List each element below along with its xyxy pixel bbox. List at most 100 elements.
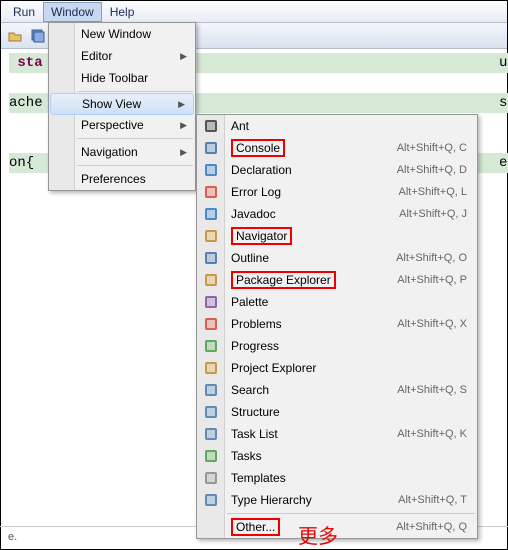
menu-item-type-hierarchy[interactable]: Type Hierarchy Alt+Shift+Q, T	[197, 489, 477, 511]
save-all-icon[interactable]	[28, 26, 48, 46]
menu-separator	[77, 165, 193, 166]
menubar: Run Window Help	[1, 1, 507, 23]
palette-icon	[203, 294, 219, 310]
menu-item-console[interactable]: Console Alt+Shift+Q, C	[197, 137, 477, 159]
menu-item-label: Show View	[82, 97, 141, 111]
menu-item-shortcut: Alt+Shift+Q, L	[399, 186, 467, 198]
menu-item-shortcut: Alt+Shift+Q, K	[397, 428, 467, 440]
menu-item-label: Problems	[231, 317, 282, 331]
menu-item-task-list[interactable]: Task List Alt+Shift+Q, K	[197, 423, 477, 445]
menu-item-shortcut: Alt+Shift+Q, S	[397, 384, 467, 396]
menu-item-hide-toolbar[interactable]: Hide Toolbar	[49, 67, 195, 89]
submenu-arrow-icon: ▶	[180, 120, 187, 131]
menu-window[interactable]: Window	[43, 2, 102, 22]
menu-item-problems[interactable]: Problems Alt+Shift+Q, X	[197, 313, 477, 335]
menu-item-label: Outline	[231, 251, 269, 265]
menu-item-label: Perspective	[81, 118, 144, 132]
structure-icon	[203, 404, 219, 420]
menu-item-declaration[interactable]: Declaration Alt+Shift+Q, D	[197, 159, 477, 181]
code-line: uden	[499, 53, 508, 73]
menu-item-shortcut: Alt+Shift+Q, D	[397, 164, 467, 176]
menu-item-label: Javadoc	[231, 207, 276, 221]
submenu-arrow-icon: ▶	[178, 99, 185, 110]
navigator-icon	[203, 228, 219, 244]
open-icon[interactable]	[5, 26, 25, 46]
menu-item-ant[interactable]: Ant	[197, 115, 477, 137]
menu-item-label: Preferences	[81, 172, 146, 186]
menu-item-shortcut: Alt+Shift+Q, P	[397, 274, 467, 286]
menu-item-editor[interactable]: Editor ▶	[49, 45, 195, 67]
menu-item-perspective[interactable]: Perspective ▶	[49, 114, 195, 136]
menu-item-structure[interactable]: Structure	[197, 401, 477, 423]
menu-item-label: Navigator	[231, 227, 292, 245]
code-line: e String name;	[499, 153, 508, 173]
show-view-submenu: Ant Console Alt+Shift+Q, C Declaration Alt+S…	[196, 114, 478, 539]
decl-icon	[203, 162, 219, 178]
menu-item-label: Structure	[231, 405, 280, 419]
problems-icon	[203, 316, 219, 332]
menu-item-shortcut: Alt+Shift+Q, Q	[396, 521, 467, 533]
menu-item-label: New Window	[81, 27, 151, 41]
menu-item-label: Tasks	[231, 449, 262, 463]
menu-item-shortcut: Alt+Shift+Q, O	[396, 252, 467, 264]
outline-icon	[203, 250, 219, 266]
menu-item-navigation[interactable]: Navigation ▶	[49, 141, 195, 163]
menu-item-templates[interactable]: Templates	[197, 467, 477, 489]
menu-item-label: Type Hierarchy	[231, 493, 312, 507]
menu-help[interactable]: Help	[102, 2, 143, 22]
menu-item-progress[interactable]: Progress	[197, 335, 477, 357]
menu-item-label: Hide Toolbar	[81, 71, 148, 85]
menu-item-project-explorer[interactable]: Project Explorer	[197, 357, 477, 379]
menu-item-javadoc[interactable]: Javadoc Alt+Shift+Q, J	[197, 203, 477, 225]
menu-item-label: Declaration	[231, 163, 292, 177]
menu-item-label: Progress	[231, 339, 279, 353]
console-icon	[203, 140, 219, 156]
menu-item-shortcut: Alt+Shift+Q, J	[399, 208, 467, 220]
menu-item-label: Search	[231, 383, 269, 397]
javadoc-icon	[203, 206, 219, 222]
menu-item-outline[interactable]: Outline Alt+Shift+Q, O	[197, 247, 477, 269]
menu-separator	[77, 91, 193, 92]
menu-run[interactable]: Run	[5, 2, 43, 22]
menu-item-palette[interactable]: Palette	[197, 291, 477, 313]
progress-icon	[203, 338, 219, 354]
menu-item-label: Palette	[231, 295, 268, 309]
menu-item-error-log[interactable]: Error LogAlt+Shift+Q, L	[197, 181, 477, 203]
errlog-icon	[203, 184, 219, 200]
pkgexp-icon	[203, 272, 219, 288]
menu-item-tasks[interactable]: Tasks	[197, 445, 477, 467]
submenu-arrow-icon: ▶	[180, 147, 187, 158]
menu-item-shortcut: Alt+Shift+Q, C	[397, 142, 467, 154]
menu-item-preferences[interactable]: Preferences	[49, 168, 195, 190]
menu-item-shortcut: Alt+Shift+Q, X	[397, 318, 467, 330]
ant-icon	[203, 118, 219, 134]
tasks-icon	[203, 448, 219, 464]
menu-item-label: Project Explorer	[231, 361, 316, 375]
menu-item-label: Console	[231, 139, 285, 157]
typehier-icon	[203, 492, 219, 508]
submenu-arrow-icon: ▶	[180, 51, 187, 62]
menu-item-shortcut: Alt+Shift+Q, T	[398, 494, 467, 506]
menu-item-label: Other...	[231, 518, 280, 536]
window-menu: New Window Editor ▶ Hide Toolbar Show Vie…	[48, 22, 196, 191]
menu-item-label: Templates	[231, 471, 286, 485]
menu-item-label: Ant	[231, 119, 249, 133]
menu-item-search[interactable]: Search Alt+Shift+Q, S	[197, 379, 477, 401]
menu-separator	[227, 513, 475, 514]
templates-icon	[203, 470, 219, 486]
menu-item-package-explorer[interactable]: Package Explorer Alt+Shift+Q, P	[197, 269, 477, 291]
menu-item-label: Task List	[231, 427, 278, 441]
code-line: stem.out.println( ));	[499, 93, 508, 113]
menu-separator	[77, 138, 193, 139]
projexp-icon	[203, 360, 219, 376]
tasklist-icon	[203, 426, 219, 442]
menu-item-label: Package Explorer	[231, 271, 336, 289]
menu-item-label: Editor	[81, 49, 112, 63]
annotation-more: 更多	[298, 520, 338, 549]
menu-item-new-window[interactable]: New Window	[49, 23, 195, 45]
search-icon	[203, 382, 219, 398]
status-text: e.	[8, 531, 17, 543]
menu-item-navigator[interactable]: Navigator	[197, 225, 477, 247]
menu-item-show-view[interactable]: Show View ▶	[50, 93, 194, 115]
menu-item-label: Navigation	[81, 145, 138, 159]
